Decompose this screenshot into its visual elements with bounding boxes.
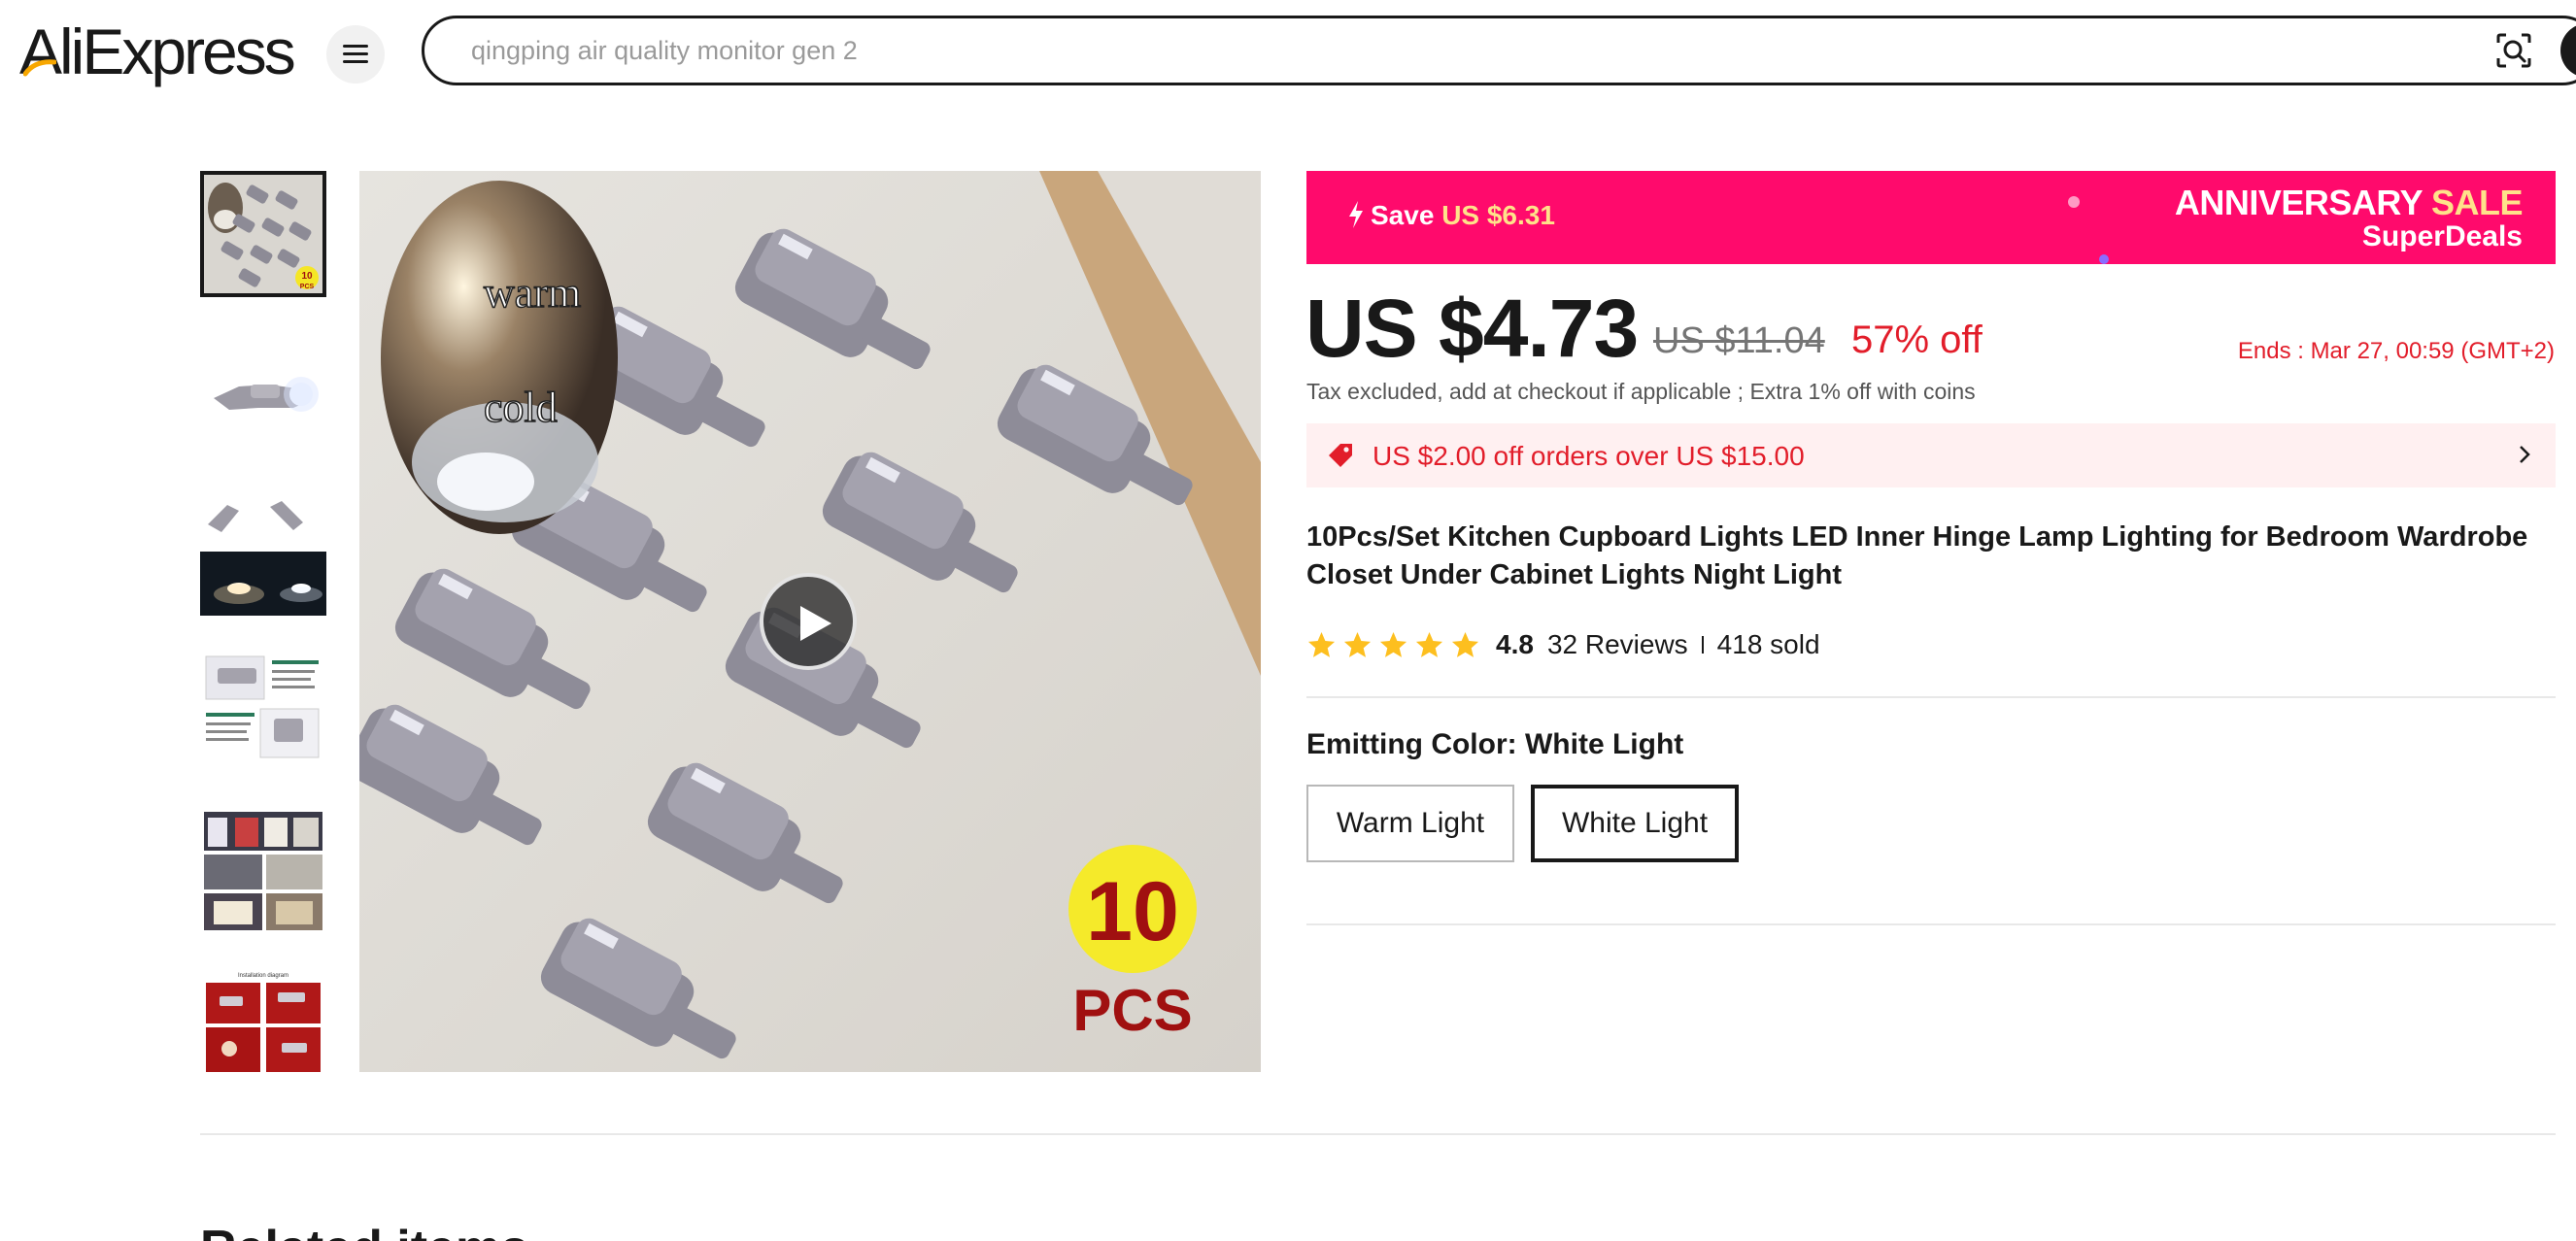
- star-icon: [1343, 631, 1372, 657]
- save-label: Save: [1371, 200, 1435, 230]
- thumbnail-image: Installation diagram: [200, 967, 326, 1072]
- hamburger-icon: [343, 45, 368, 64]
- save-amount: US $6.31: [1441, 200, 1555, 230]
- sale-word-1: ANNIVERSARY: [2174, 183, 2423, 222]
- thumbnail-image: [200, 489, 326, 616]
- logo-text: AliExpress: [19, 16, 296, 87]
- current-price: US $4.73: [1305, 283, 1639, 374]
- confetti-dot: [2099, 254, 2109, 264]
- thumb-caption: Installation diagram: [238, 973, 288, 979]
- search-bar: [422, 16, 2576, 85]
- menu-button[interactable]: [326, 25, 385, 84]
- main-product-image[interactable]: warm cold 10 PCS: [359, 171, 1261, 1072]
- aliexpress-logo[interactable]: AliExpress: [19, 16, 296, 87]
- divider: [1306, 696, 2556, 698]
- thumbnail-1[interactable]: 10 PCS: [200, 171, 326, 297]
- promo-banner[interactable]: Save US $6.31 ANNIVERSARY SALE SuperDeal…: [1306, 171, 2556, 264]
- rating-score: 4.8: [1496, 629, 1534, 659]
- star-icon: [1307, 631, 1336, 657]
- variant-label: Emitting Color: White Light: [1306, 728, 1683, 761]
- logo-swoosh-icon: [23, 59, 56, 77]
- original-price: US $11.04: [1653, 320, 1825, 361]
- top-header: AliExpress: [0, 0, 2576, 101]
- warm-label: warm: [484, 269, 581, 317]
- variant-label-name: Emitting Color:: [1306, 728, 1525, 760]
- variant-selected-value: White Light: [1524, 728, 1684, 760]
- count-number: 10: [1086, 865, 1179, 958]
- option-warm-light[interactable]: Warm Light: [1306, 785, 1514, 862]
- thumbnail-5[interactable]: [200, 808, 326, 934]
- thumbnail-3[interactable]: [200, 489, 326, 616]
- thumbnail-image: [200, 649, 326, 775]
- superdeals-label: SuperDeals: [2361, 220, 2523, 252]
- sold-count: 418 sold: [1716, 629, 1820, 659]
- coupon-text: US $2.00 off orders over US $15.00: [1373, 441, 1805, 471]
- coupon-bar[interactable]: US $2.00 off orders over US $15.00: [1306, 423, 2556, 487]
- section-divider: [200, 1133, 2556, 1135]
- sale-end-time: Ends : Mar 27, 00:59 (GMT+2): [2237, 338, 2555, 364]
- thumb-badge-unit: PCS: [300, 284, 315, 290]
- cold-label: cold: [484, 384, 558, 431]
- play-video-button[interactable]: [760, 573, 857, 670]
- coupon-tag-icon: [1329, 444, 1352, 467]
- chevron-right-icon: [2520, 446, 2530, 463]
- option-white-light[interactable]: White Light: [1531, 785, 1739, 862]
- search-input[interactable]: [471, 32, 2414, 69]
- product-title: 10Pcs/Set Kitchen Cupboard Lights LED In…: [1306, 521, 2528, 590]
- tax-note: Tax excluded, add at checkout if applica…: [1306, 379, 1976, 404]
- thumbnail-4[interactable]: [200, 649, 326, 775]
- star-icon: [1451, 631, 1479, 657]
- thumbnail-image: [200, 808, 326, 934]
- anniversary-sale-badge: ANNIVERSARY SALE SuperDeals: [2174, 183, 2524, 252]
- star-icon: [1415, 631, 1443, 657]
- star-icon: [1379, 631, 1407, 657]
- thumbnail-image: [200, 330, 326, 456]
- confetti-dot: [2068, 196, 2080, 208]
- star-rating[interactable]: [1306, 630, 1480, 660]
- save-text: Save US $6.31: [1347, 200, 1555, 231]
- rating-row: 4.8 32 Reviews 418 sold: [1306, 625, 1820, 664]
- thumbnail-2[interactable]: [200, 330, 326, 456]
- discount-percent: 57% off: [1851, 319, 1983, 361]
- thumbnail-6[interactable]: Installation diagram: [200, 967, 326, 1072]
- thumbnail-image: 10 PCS: [204, 175, 322, 293]
- separator: [1701, 636, 1704, 654]
- image-search-icon[interactable]: [2494, 31, 2533, 70]
- divider: [1306, 923, 2556, 925]
- reviews-link[interactable]: 32 Reviews: [1547, 629, 1688, 660]
- sale-word-2: SALE: [2430, 183, 2524, 222]
- count-unit: PCS: [1072, 978, 1192, 1043]
- related-items-heading: Related items: [200, 1220, 528, 1241]
- lightning-icon: [1349, 201, 1363, 228]
- thumb-badge-num: 10: [301, 271, 313, 282]
